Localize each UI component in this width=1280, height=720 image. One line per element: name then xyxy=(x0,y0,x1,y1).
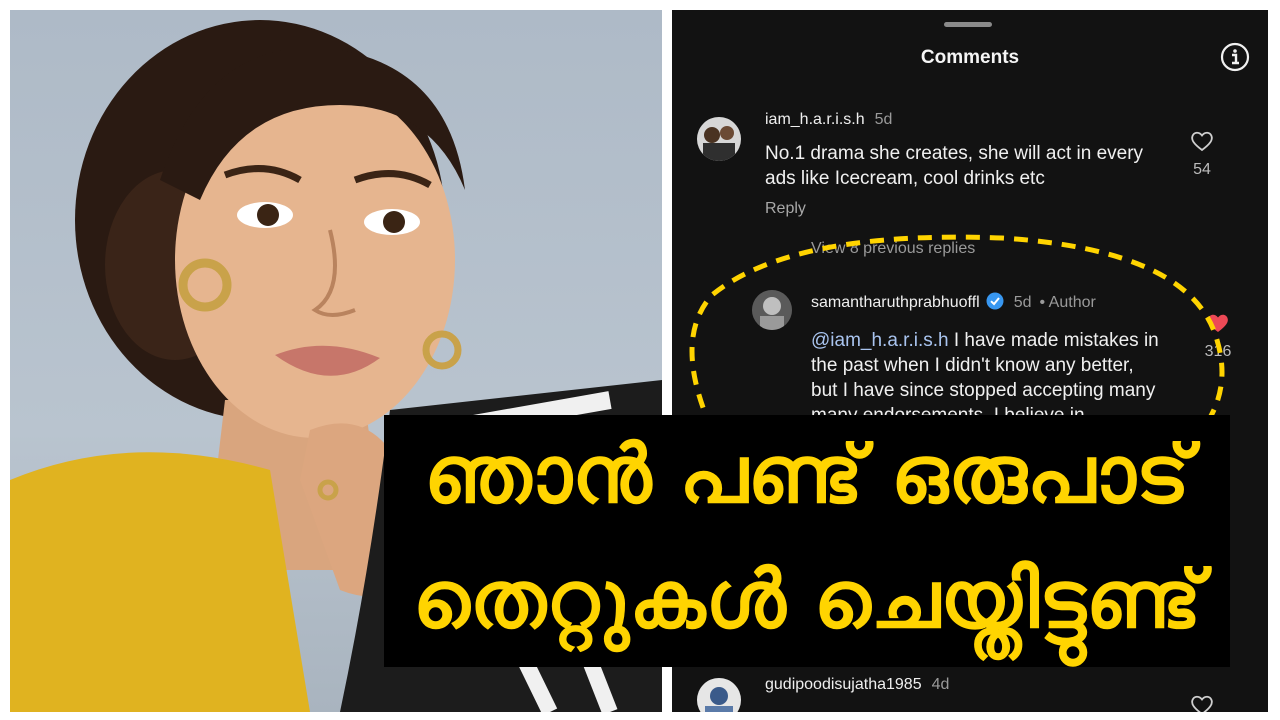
reply-button[interactable]: Reply xyxy=(765,200,806,218)
info-icon[interactable] xyxy=(1220,42,1250,72)
like-button[interactable]: 316 xyxy=(1196,312,1240,361)
comment-username[interactable]: iam_h.a.r.i.s.h xyxy=(765,111,865,128)
avatar[interactable] xyxy=(697,678,741,712)
headline-line-1: ഞാൻ പണ്ട് ഒരുപാട് xyxy=(424,428,1190,521)
comment-line: I have made mistakes in xyxy=(948,330,1159,351)
like-button[interactable]: 54 xyxy=(1180,130,1224,179)
author-label: • Author xyxy=(1039,294,1096,311)
comment-time: 5d xyxy=(874,111,893,128)
heart-filled-icon[interactable] xyxy=(1206,312,1230,334)
panel-title: Comments xyxy=(920,47,1020,68)
mention-link[interactable]: @iam_h.a.r.i.s.h xyxy=(811,330,949,351)
avatar[interactable] xyxy=(752,290,792,330)
like-count: 54 xyxy=(1193,161,1211,178)
comment-time: 5d xyxy=(1013,294,1032,311)
comment-line: but I have since stopped accepting many xyxy=(811,380,1156,401)
comment-username[interactable]: samantharuthprabhuoffl xyxy=(811,294,980,311)
avatar[interactable] xyxy=(697,117,741,161)
verified-badge-icon xyxy=(986,292,1004,310)
comment-line: No.1 drama she creates, she will act in … xyxy=(765,143,1144,164)
like-button[interactable] xyxy=(1180,694,1224,712)
sheet-drag-handle[interactable] xyxy=(944,22,992,27)
comment-line: ads like Icecream, cool drinks etc xyxy=(765,168,1045,189)
headline-banner: ഞാൻ പണ്ട് ഒരുപാട് തെറ്റുകൾ ചെയ്തിട്ടുണ്ട… xyxy=(384,415,1230,667)
comment-text: No.1 drama she creates, she will act in … xyxy=(765,141,1143,191)
comment-username[interactable]: gudipoodisujatha1985 xyxy=(765,676,922,693)
headline-line-2: തെറ്റുകൾ ചെയ്തിട്ടുണ്ട് xyxy=(412,553,1202,646)
comment-text: @iam_h.a.r.i.s.h I have made mistakes in… xyxy=(811,328,1159,428)
like-count: 316 xyxy=(1204,343,1232,360)
comment-time: 4d xyxy=(931,676,950,693)
view-previous-replies[interactable]: View 8 previous replies xyxy=(811,240,975,258)
heart-outline-icon[interactable] xyxy=(1190,694,1214,712)
heart-outline-icon[interactable] xyxy=(1190,130,1214,152)
comment-line: the past when I didn't know any better, xyxy=(811,355,1134,376)
